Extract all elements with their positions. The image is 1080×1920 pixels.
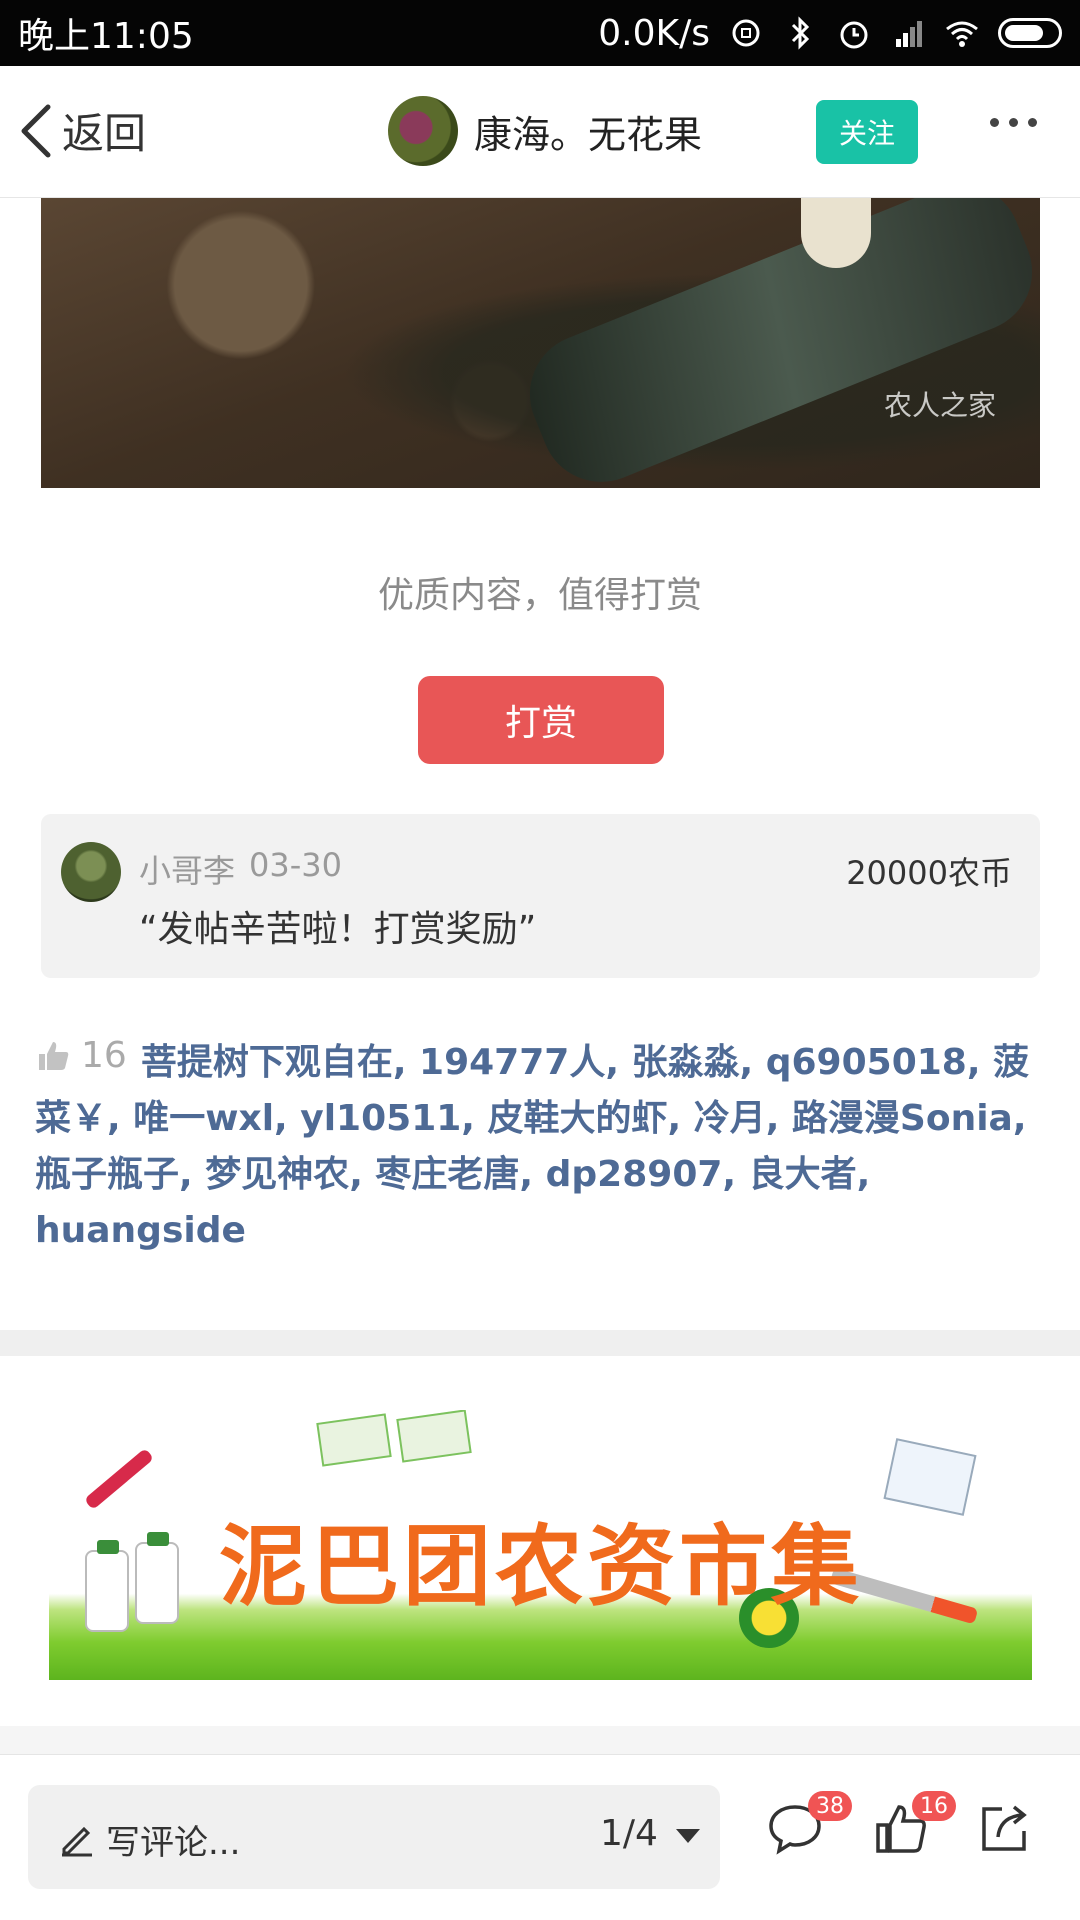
like-count-badge: 16 <box>912 1791 956 1821</box>
reward-record: 小哥李 03-30 20000农币 “发帖辛苦啦！打赏奖励” <box>41 814 1040 978</box>
section-divider <box>0 1726 1080 1754</box>
caret-down-icon[interactable] <box>676 1829 700 1843</box>
thumbs-up-icon <box>39 1042 69 1070</box>
back-label: 返回 <box>62 109 147 158</box>
author-info[interactable]: 康海。无花果 <box>388 96 702 166</box>
article-image: 农人之家 <box>41 198 1040 488</box>
comment-count-badge: 38 <box>808 1791 852 1821</box>
pesticide-bottle-icon <box>85 1540 129 1632</box>
back-button[interactable]: 返回 <box>18 100 146 161</box>
more-dots-icon[interactable] <box>990 118 1037 127</box>
bottom-action-bar: 写评论... 1/4 38 16 <box>0 1754 1080 1920</box>
pruning-shears-icon <box>83 1447 155 1511</box>
fertilizer-bag-icon <box>316 1413 392 1467</box>
wifi-icon <box>946 21 978 47</box>
like-count: 16 <box>81 1035 127 1076</box>
comment-input[interactable]: 写评论... 1/4 <box>28 1785 720 1889</box>
likes-list: 16 菩提树下观自在, 194777人, 张淼淼, q6905018, 菠菜￥,… <box>35 1028 1050 1259</box>
author-name[interactable]: 康海。无花果 <box>474 104 702 159</box>
network-speed: 0.0K/s <box>598 12 710 54</box>
share-icon[interactable] <box>976 1799 1034 1857</box>
alarm-icon <box>840 21 868 49</box>
rewarder-avatar[interactable] <box>61 842 121 902</box>
sync-icon <box>732 19 760 47</box>
reward-amount: 20000农币 <box>846 854 1012 892</box>
ad-banner[interactable]: 泥巴团农资市集 <box>49 1410 1032 1680</box>
banner-title: 泥巴团农资市集 <box>219 1515 864 1618</box>
hd-signal-icon <box>896 21 922 47</box>
page-indicator[interactable]: 1/4 <box>600 1813 658 1854</box>
comment-placeholder: 写评论... <box>106 1823 241 1863</box>
pencil-icon <box>62 1826 92 1857</box>
reward-message: “发帖辛苦啦！打赏奖励” <box>139 909 537 950</box>
reward-prompt: 优质内容，值得打赏 <box>377 575 702 616</box>
bluetooth-icon <box>791 16 810 50</box>
like-summary: 16 <box>35 1028 127 1084</box>
section-divider <box>0 1330 1080 1356</box>
image-content-detail <box>801 198 871 268</box>
image-content <box>511 198 1040 488</box>
page: 晚上11:05 0.0K/s 返回 康海。无花果 关注 农人之家 优质内容，值得… <box>0 0 1080 1920</box>
seed-packet-icon <box>883 1438 977 1516</box>
reward-date: 03-30 <box>249 846 342 884</box>
top-nav-bar: 返回 康海。无花果 关注 <box>0 66 1080 198</box>
rewarder-name[interactable]: 小哥李 <box>139 846 235 892</box>
follow-button[interactable]: 关注 <box>816 100 918 164</box>
status-time: 晚上11:05 <box>18 16 194 57</box>
pesticide-bottle-icon <box>135 1532 179 1624</box>
fertilizer-bag-icon <box>396 1410 472 1463</box>
like-names[interactable]: 菩提树下观自在, 194777人, 张淼淼, q6905018, 菠菜￥, 唯一… <box>35 1042 1029 1251</box>
image-watermark: 农人之家 <box>883 389 996 422</box>
chevron-left-icon <box>21 104 51 157</box>
battery-icon <box>998 18 1062 48</box>
author-avatar[interactable] <box>388 96 458 166</box>
reward-button[interactable]: 打赏 <box>418 676 664 764</box>
status-bar: 晚上11:05 0.0K/s <box>0 0 1080 66</box>
